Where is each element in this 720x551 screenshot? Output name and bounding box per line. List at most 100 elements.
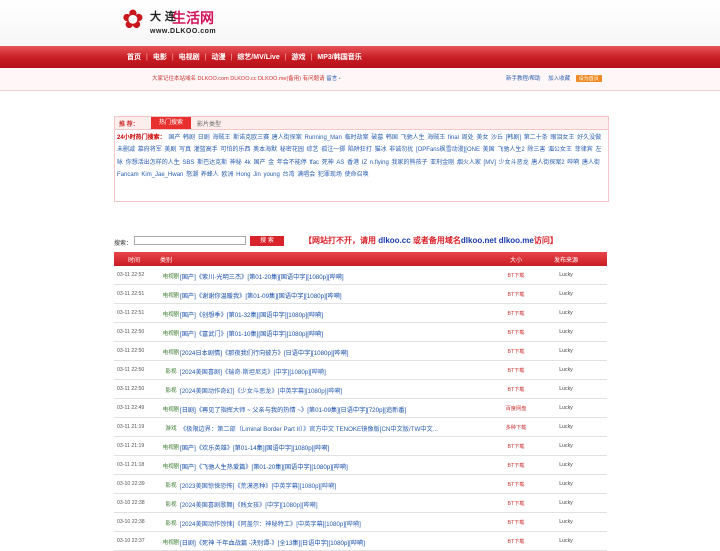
hot-tag[interactable]: 飞驰人生2 [497, 147, 524, 153]
tab-genres[interactable]: 影片类型 [197, 119, 221, 128]
hot-tag[interactable]: n.flying [370, 160, 389, 166]
row-title-link[interactable]: [2023美国惊悚恐怖]《荒漠恶种》[中英字幕][1080p][哔嗬] [180, 481, 510, 490]
row-download[interactable]: BT下载 [496, 310, 536, 317]
nav-tv[interactable]: 电视剧 [174, 52, 205, 62]
hot-tag[interactable]: 少女斗恶龙 [499, 160, 529, 166]
hot-tag[interactable]: [韩剧] [506, 135, 521, 141]
row-download[interactable]: BT下载 [496, 462, 536, 469]
row-title-link[interactable]: [国产]《欢乐英雄》[第01-14集][国语中字][1080p][哔嗬] [180, 443, 510, 452]
hot-tag[interactable]: Hong Jin young [236, 172, 280, 178]
nav-games[interactable]: 游戏 [287, 52, 311, 62]
hot-tag[interactable]: 美女 [476, 135, 488, 141]
row-title-link[interactable]: [日剧]《再见了指挥大师 ~ 父亲与我的热情 ~》[第01-09集][日语中字]… [180, 405, 510, 414]
hot-tag[interactable]: 满唱会 [297, 172, 315, 178]
site-logo[interactable]: ✿ 大 连 生活网 www.DLKOO.com [122, 4, 242, 40]
hot-tag[interactable]: 沙丘 [491, 135, 503, 141]
hot-tag[interactable]: 使命召唤 [345, 172, 369, 178]
hot-tag[interactable]: SBS [182, 160, 194, 166]
hot-tag[interactable]: [MV] [484, 160, 496, 166]
hot-tag[interactable]: 亚刑金刚 [430, 160, 454, 166]
hot-tag[interactable]: 海贼王 final [427, 135, 459, 141]
hot-tag[interactable]: Kim_Jae_Hwan [141, 172, 183, 178]
hot-tag[interactable]: 你想活出怎样的人生 [126, 160, 180, 166]
hot-tag[interactable]: 秘密花园 [280, 147, 304, 153]
row-download[interactable]: 多种下载 [496, 424, 536, 431]
row-download[interactable]: BT下载 [496, 538, 536, 545]
hot-tag[interactable]: 破墓 [371, 135, 383, 141]
hot-tag[interactable]: 奥本海默 [253, 147, 277, 153]
hot-tag[interactable]: 湄公女王 [548, 147, 572, 153]
hot-tag[interactable]: 可怕的乐西 [220, 147, 250, 153]
hot-tag[interactable]: 海贼王 [212, 135, 230, 141]
nav-variety[interactable]: 综艺/MV/Live [232, 52, 284, 62]
hot-tag[interactable]: 斯诺克欧三赛 [233, 135, 269, 141]
row-download[interactable]: BT下载 [496, 291, 536, 298]
row-download[interactable]: BT下载 [496, 481, 536, 488]
hot-tag[interactable]: [OPFans枫雪动漫][ONE [416, 147, 480, 153]
hot-tag[interactable]: 年会不能停 [277, 160, 307, 166]
nav-music[interactable]: MP3/韩国音乐 [312, 52, 366, 62]
hot-tag[interactable]: 烟火人家 [457, 160, 481, 166]
hot-tag[interactable]: 斯巴达克斯 [197, 160, 227, 166]
hot-tag[interactable]: 唐人街探案 [272, 135, 302, 141]
row-title-link[interactable]: [国产]《富武门》[第01-10集][国语中字][1080p][哔嗬] [180, 329, 510, 338]
hot-tag[interactable]: 眼泪女王 [550, 135, 574, 141]
hot-tag[interactable]: 未删减 [117, 147, 135, 153]
row-title-link[interactable]: [国产]《飞驰人生热爱篇》[第01-20集][国语中字][1080p][哔嗬] [180, 462, 510, 471]
nav-home[interactable]: 首页 [122, 52, 146, 62]
help-link[interactable]: 新手教程/帮助 [506, 76, 541, 82]
hot-tag[interactable]: 唐人街探案2 [531, 160, 564, 166]
hot-tag[interactable]: 孤注一掷 [321, 147, 345, 153]
row-title-link[interactable]: [2024日本剧情]《那夜我们行向彼方》[日语中字][1080p][哔嗬] [180, 348, 510, 357]
row-download[interactable]: BT下载 [496, 443, 536, 450]
row-download[interactable]: BT下载 [496, 367, 536, 374]
hot-tag[interactable]: 美剧 [164, 147, 176, 153]
hot-tag[interactable]: 韩国 [386, 135, 398, 141]
hot-tag[interactable]: 韩剧 [183, 135, 195, 141]
row-download[interactable]: BT下载 [496, 329, 536, 336]
hot-tag[interactable]: 香港 [347, 160, 359, 166]
row-title-link[interactable]: [2024美国喜剧]《瑞奇·斯坦尼克》[中字][1080p][哔嗬] [180, 367, 510, 376]
row-title-link[interactable]: [2024美国喜剧歌舞]《贱女孩》[中字][1080p][哔嗬] [180, 500, 510, 509]
search-input[interactable] [134, 236, 246, 245]
hot-tag[interactable]: 美国 [483, 147, 495, 153]
hot-tag[interactable]: 哔嗬 [567, 160, 579, 166]
set-home-button[interactable]: 设为首页 [575, 75, 602, 82]
hot-tag[interactable]: 猫冰 [375, 147, 387, 153]
nav-movies[interactable]: 电影 [148, 52, 172, 62]
row-download[interactable]: BT下载 [496, 500, 536, 507]
hot-tag[interactable]: 除三害 [527, 147, 545, 153]
search-button[interactable]: 搜 索 [250, 236, 284, 246]
hot-tag[interactable]: 临时劫案 [345, 135, 369, 141]
hot-tag[interactable]: 综艺 [307, 147, 319, 153]
hot-tag[interactable]: 好久没做 [577, 135, 601, 141]
hot-tag[interactable]: Running_Man [304, 135, 341, 141]
row-title-link[interactable]: [2024美国动作惊悚]《阿盖尔：神秘特工》[中英字幕][1080p][哔嗬] [180, 519, 510, 528]
hot-tag[interactable]: 唐人街 [582, 160, 600, 166]
hot-tag[interactable]: ffac [309, 160, 319, 166]
row-download[interactable]: BT下载 [496, 519, 536, 526]
hot-tag[interactable]: 神秘 [230, 160, 242, 166]
hot-tag[interactable]: AS [336, 160, 344, 166]
message-link[interactable]: 留言 [326, 76, 337, 82]
hot-tag[interactable]: 台湾 [283, 172, 295, 178]
row-download[interactable]: BT下载 [496, 348, 536, 355]
hot-tag[interactable]: 第二十条 [524, 135, 548, 141]
row-title-link[interactable]: [2024美国动作奇幻]《少女斗恶龙》[中英字幕][1080p][哔嗬] [180, 386, 510, 395]
row-download[interactable]: 百度网盘 [496, 405, 536, 412]
row-download[interactable]: BT下载 [496, 272, 536, 279]
row-title-link[interactable]: [国产]《紫川·光明三杰》[第01-20集][国语中字][1080p][哔嗬] [180, 272, 510, 281]
hot-tag[interactable]: 我家的熊孩子 [391, 160, 427, 166]
hot-tag[interactable]: 怒潮 [186, 172, 198, 178]
hot-tag[interactable]: 国产 金 [253, 160, 274, 166]
hot-tag[interactable]: 国产 [168, 135, 180, 141]
row-title-link[interactable]: [国产]《谢谢你温暖我》[第01-09集][国语中字][1080p][哔嗬] [180, 291, 510, 300]
row-title-link[interactable]: 《极限边界：第二部（Liminal Border Part II）》官方中文 T… [180, 424, 510, 433]
hot-tag[interactable]: 养蜂人 [201, 172, 219, 178]
hot-tag[interactable]: 慕府将军 [138, 147, 162, 153]
hot-tag[interactable]: Fancam [117, 172, 139, 178]
hot-tag[interactable]: 日剧 [198, 135, 210, 141]
hot-tag[interactable]: 陷阱狂打 [348, 147, 372, 153]
hot-tag[interactable]: 写真 [179, 147, 191, 153]
favorite-link[interactable]: 加入收藏 [548, 76, 570, 82]
